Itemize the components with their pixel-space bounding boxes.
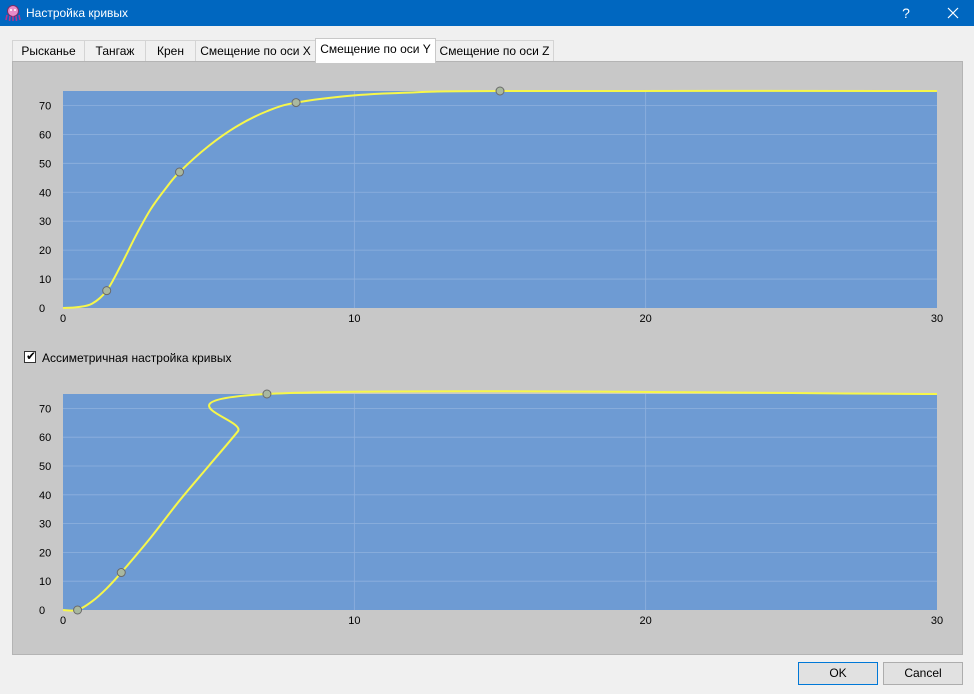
y-tick-label: 60 — [39, 129, 51, 141]
y-tick-label: 0 — [39, 605, 45, 617]
y-tick-label: 70 — [39, 100, 51, 112]
curve-chart-top[interactable]: 0 10 20 30 40 50 60 70 0 10 20 30 0 10 20 30 40 50 60 70 0 10… — [0, 0, 974, 694]
y-tick-label: 40 — [39, 490, 51, 502]
y-tick-label: 70 — [39, 403, 51, 415]
asymmetric-checkbox[interactable]: ✔ — [24, 349, 37, 363]
x-tick-label: 0 — [60, 615, 66, 627]
x-tick-label: 30 — [931, 313, 943, 325]
chart-bottom: 0 10 20 30 40 50 60 70 0 10 20 30 — [39, 389, 943, 627]
control-point[interactable] — [175, 167, 185, 177]
control-point[interactable] — [262, 389, 272, 399]
x-tick-label: 30 — [931, 615, 943, 627]
x-tick-label: 20 — [640, 313, 652, 325]
y-tick-label: 60 — [39, 432, 51, 444]
y-tick-label: 40 — [39, 187, 51, 199]
y-tick-label: 30 — [39, 216, 51, 228]
y-tick-label: 10 — [39, 274, 51, 286]
control-point[interactable] — [73, 605, 83, 615]
plot-area — [63, 91, 937, 308]
x-tick-label: 10 — [348, 313, 360, 325]
x-tick-label: 20 — [640, 615, 652, 627]
y-tick-label: 10 — [39, 576, 51, 588]
x-tick-label: 10 — [348, 615, 360, 627]
control-point[interactable] — [102, 286, 112, 296]
control-point[interactable] — [116, 568, 126, 578]
control-point[interactable] — [495, 86, 505, 96]
y-tick-label: 0 — [39, 303, 45, 315]
x-tick-label: 0 — [60, 313, 66, 325]
y-tick-label: 30 — [39, 519, 51, 531]
cancel-button[interactable]: Cancel — [883, 662, 963, 685]
y-tick-label: 20 — [39, 547, 51, 559]
checkmark-icon: ✔ — [26, 349, 37, 363]
y-tick-label: 50 — [39, 158, 51, 170]
asymmetric-checkbox-label: Ассиметричная настройка кривых — [42, 351, 232, 365]
plot-area — [63, 394, 937, 610]
ok-button[interactable]: OK — [798, 662, 878, 685]
tab-offset-y[interactable]: Смещение по оси Y — [315, 38, 436, 63]
control-point[interactable] — [291, 98, 301, 108]
y-tick-label: 50 — [39, 461, 51, 473]
chart-top: 0 10 20 30 40 50 60 70 0 10 20 30 — [39, 86, 943, 325]
y-tick-label: 20 — [39, 245, 51, 257]
